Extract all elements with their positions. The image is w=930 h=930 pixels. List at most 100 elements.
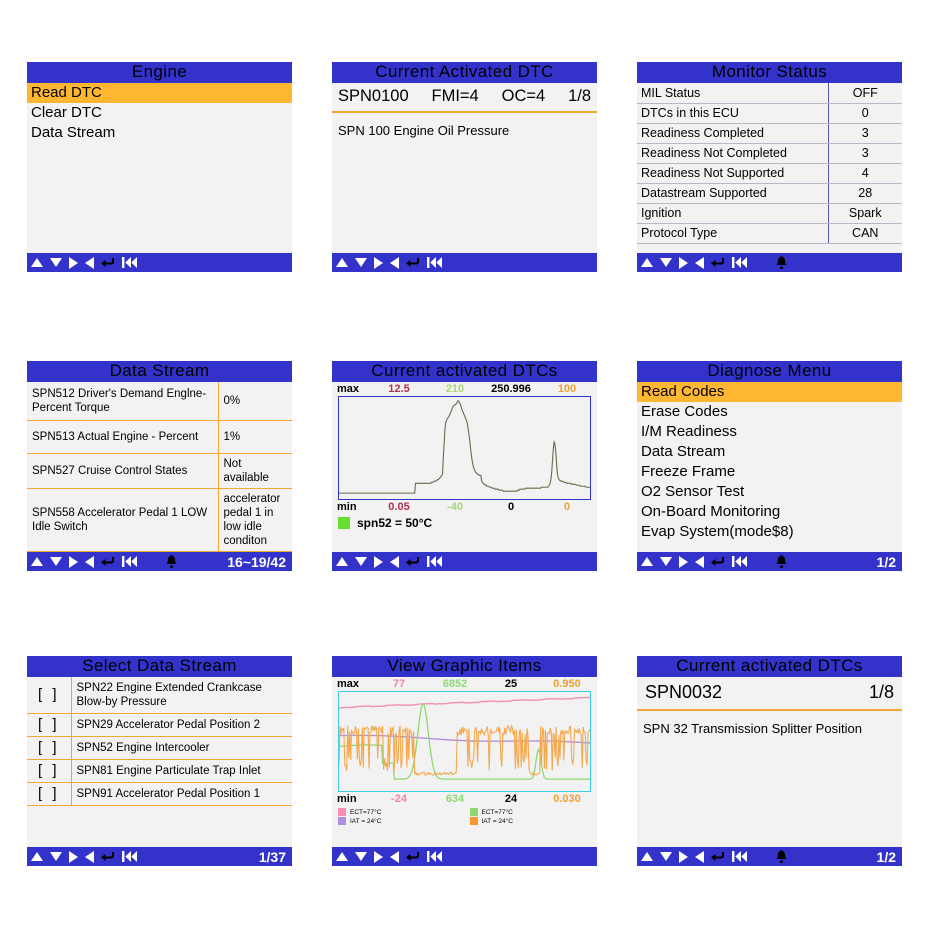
- rewind-icon[interactable]: [427, 257, 442, 268]
- enter-arrow-icon[interactable]: [406, 556, 420, 567]
- rewind-icon[interactable]: [122, 257, 137, 268]
- dtc-fmi: FMI=4: [431, 87, 479, 105]
- down-arrow-icon[interactable]: [50, 557, 62, 566]
- menu-item-o2-sensor-test[interactable]: O2 Sensor Test: [637, 482, 902, 502]
- down-arrow-icon[interactable]: [50, 258, 62, 267]
- left-arrow-icon[interactable]: [390, 256, 399, 269]
- checkbox[interactable]: [ ]: [27, 677, 72, 714]
- panel-engine-menu: Engine Read DTC Clear DTC Data Stream: [27, 62, 292, 272]
- panel-current-activated-dtcs-graph: Current activated DTCs max 12.5 210 250.…: [332, 361, 597, 571]
- chart-legend: ECT=77°C ECT=77°C IAT = 24°C IAT = 24°C: [332, 806, 597, 825]
- panel-current-activated-dtc: Current Activated DTC SPN0100 FMI=4 OC=4…: [332, 62, 597, 272]
- nav-icons: [641, 555, 787, 568]
- left-arrow-icon[interactable]: [85, 555, 94, 568]
- list-item[interactable]: [ ] SPN52 Engine Intercooler: [27, 736, 292, 760]
- rewind-icon[interactable]: [427, 556, 442, 567]
- up-arrow-icon[interactable]: [641, 258, 653, 267]
- menu-item-im-readiness[interactable]: I/M Readiness: [637, 422, 902, 442]
- menu-item-evap-system[interactable]: Evap System(mode$8): [637, 522, 902, 542]
- nav-icons: [31, 850, 137, 863]
- legend-swatch-icon: [469, 808, 478, 816]
- menu-item-data-stream[interactable]: Data Stream: [637, 442, 902, 462]
- right-arrow-icon[interactable]: [374, 555, 383, 568]
- up-arrow-icon[interactable]: [641, 557, 653, 566]
- down-arrow-icon[interactable]: [355, 258, 367, 267]
- right-arrow-icon[interactable]: [679, 256, 688, 269]
- enter-arrow-icon[interactable]: [711, 851, 725, 862]
- right-arrow-icon[interactable]: [679, 850, 688, 863]
- left-arrow-icon[interactable]: [390, 850, 399, 863]
- table-row[interactable]: SPN527 Cruise Control States Not availabl…: [27, 453, 292, 489]
- rewind-icon[interactable]: [427, 851, 442, 862]
- enter-arrow-icon[interactable]: [101, 851, 115, 862]
- enter-arrow-icon[interactable]: [406, 851, 420, 862]
- left-arrow-icon[interactable]: [85, 850, 94, 863]
- bell-icon[interactable]: [776, 850, 787, 863]
- up-arrow-icon[interactable]: [641, 852, 653, 861]
- menu-item-clear-dtc[interactable]: Clear DTC: [27, 103, 292, 123]
- left-arrow-icon[interactable]: [695, 555, 704, 568]
- right-arrow-icon[interactable]: [69, 256, 78, 269]
- down-arrow-icon[interactable]: [660, 557, 672, 566]
- left-arrow-icon[interactable]: [85, 256, 94, 269]
- bell-icon[interactable]: [776, 555, 787, 568]
- up-arrow-icon[interactable]: [336, 852, 348, 861]
- down-arrow-icon[interactable]: [50, 852, 62, 861]
- table-row[interactable]: SPN513 Actual Engine - Percent 1%: [27, 420, 292, 454]
- rewind-icon[interactable]: [122, 556, 137, 567]
- item-label: SPN81 Engine Particulate Trap Inlet: [71, 759, 292, 783]
- enter-arrow-icon[interactable]: [711, 257, 725, 268]
- right-arrow-icon[interactable]: [69, 555, 78, 568]
- bell-icon[interactable]: [166, 555, 177, 568]
- row-value: 1%: [218, 420, 292, 454]
- right-arrow-icon[interactable]: [374, 256, 383, 269]
- up-arrow-icon[interactable]: [31, 258, 43, 267]
- enter-arrow-icon[interactable]: [406, 257, 420, 268]
- menu-item-read-dtc[interactable]: Read DTC: [27, 83, 292, 103]
- down-arrow-icon[interactable]: [355, 852, 367, 861]
- list-item[interactable]: [ ] SPN29 Accelerator Pedal Position 2: [27, 713, 292, 737]
- down-arrow-icon[interactable]: [660, 852, 672, 861]
- row-value: 0: [828, 103, 902, 124]
- row-value: accelerator pedal 1 in low idle conditon: [218, 488, 292, 552]
- min-value-3: 0: [507, 501, 515, 513]
- min-value-2: 634: [445, 793, 465, 805]
- row-value: 28: [828, 183, 902, 204]
- list-item[interactable]: [ ] SPN81 Engine Particulate Trap Inlet: [27, 759, 292, 783]
- rewind-icon[interactable]: [122, 851, 137, 862]
- checkbox[interactable]: [ ]: [27, 713, 72, 737]
- left-arrow-icon[interactable]: [695, 256, 704, 269]
- up-arrow-icon[interactable]: [31, 557, 43, 566]
- down-arrow-icon[interactable]: [355, 557, 367, 566]
- up-arrow-icon[interactable]: [31, 852, 43, 861]
- list-item[interactable]: [ ] SPN91 Accelerator Pedal Position 1: [27, 782, 292, 806]
- left-arrow-icon[interactable]: [695, 850, 704, 863]
- menu-item-erase-codes[interactable]: Erase Codes: [637, 402, 902, 422]
- menu-item-freeze-frame[interactable]: Freeze Frame: [637, 462, 902, 482]
- menu-item-read-codes[interactable]: Read Codes: [637, 382, 902, 402]
- nav-bar: [27, 253, 292, 272]
- up-arrow-icon[interactable]: [336, 557, 348, 566]
- right-arrow-icon[interactable]: [374, 850, 383, 863]
- checkbox[interactable]: [ ]: [27, 759, 72, 783]
- menu-item-on-board-monitoring[interactable]: On-Board Monitoring: [637, 502, 902, 522]
- down-arrow-icon[interactable]: [660, 258, 672, 267]
- enter-arrow-icon[interactable]: [101, 556, 115, 567]
- up-arrow-icon[interactable]: [336, 258, 348, 267]
- checkbox[interactable]: [ ]: [27, 782, 72, 806]
- menu-item-data-stream[interactable]: Data Stream: [27, 123, 292, 143]
- list-item[interactable]: [ ] SPN22 Engine Extended Crankcase Blow-…: [27, 677, 292, 714]
- nav-icons: [336, 256, 442, 269]
- left-arrow-icon[interactable]: [390, 555, 399, 568]
- table-row[interactable]: SPN512 Driver's Demand Englne-Percent To…: [27, 382, 292, 421]
- enter-arrow-icon[interactable]: [711, 556, 725, 567]
- enter-arrow-icon[interactable]: [101, 257, 115, 268]
- table-row[interactable]: SPN558 Accelerator Pedal 1 LOW Idle Swit…: [27, 488, 292, 552]
- rewind-icon[interactable]: [732, 257, 747, 268]
- right-arrow-icon[interactable]: [679, 555, 688, 568]
- right-arrow-icon[interactable]: [69, 850, 78, 863]
- bell-icon[interactable]: [776, 256, 787, 269]
- checkbox[interactable]: [ ]: [27, 736, 72, 760]
- rewind-icon[interactable]: [732, 851, 747, 862]
- rewind-icon[interactable]: [732, 556, 747, 567]
